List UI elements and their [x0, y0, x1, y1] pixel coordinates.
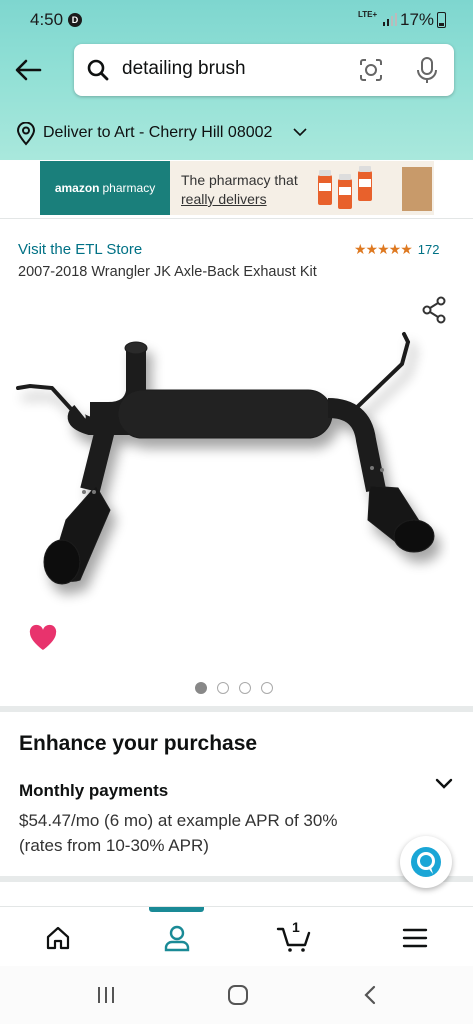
- product-image[interactable]: [10, 330, 450, 610]
- rating-stars-icon: ★★★★★: [354, 241, 413, 257]
- rating-summary[interactable]: ★★★★★ 172: [354, 241, 439, 258]
- nav-menu[interactable]: [395, 921, 435, 955]
- alexa-icon: [411, 847, 441, 877]
- home-system-icon[interactable]: [227, 984, 249, 1006]
- nav-account[interactable]: [157, 921, 197, 955]
- monthly-payment-amount: $54.47/mo (6 mo) at example APR of 30%: [19, 811, 338, 830]
- camera-lens-icon[interactable]: [358, 57, 384, 83]
- network-type: LTE+: [358, 10, 378, 19]
- product-title: 2007-2018 Wrangler JK Axle-Back Exhaust …: [18, 264, 317, 280]
- section-divider: [0, 876, 473, 882]
- user-icon: [164, 925, 190, 952]
- banner-headline: The pharmacy that: [181, 172, 298, 188]
- visit-store-link[interactable]: Visit the ETL Store: [18, 241, 142, 258]
- alexa-button[interactable]: [400, 836, 452, 888]
- pill-bottle-graphic: [338, 174, 352, 209]
- enhance-heading: Enhance your purchase: [19, 732, 258, 755]
- menu-icon: [402, 928, 428, 948]
- divider: [0, 218, 473, 219]
- monthly-payments-label[interactable]: Monthly payments: [19, 781, 168, 801]
- pill-bottle-graphic: [318, 170, 332, 205]
- pharmacy-brand: amazon: [54, 181, 100, 195]
- deliver-to-bar[interactable]: Deliver to Art - Cherry Hill 08002: [0, 112, 473, 156]
- search-box[interactable]: detailing brush: [74, 44, 454, 96]
- notification-badge: D: [68, 13, 82, 27]
- home-icon: [46, 926, 70, 950]
- heart-icon[interactable]: [28, 624, 58, 652]
- carousel-dot[interactable]: [217, 682, 229, 694]
- carousel-dot[interactable]: [239, 682, 251, 694]
- status-bar: 4:50 D LTE+ 17%: [0, 0, 473, 40]
- battery-icon: [437, 12, 446, 28]
- pharmacy-brand-suffix: pharmacy: [102, 181, 156, 195]
- carousel-dot[interactable]: [261, 682, 273, 694]
- recent-apps-icon[interactable]: [95, 984, 117, 1006]
- search-icon: [87, 59, 109, 81]
- system-nav-bar: [0, 966, 473, 1024]
- search-input[interactable]: detailing brush: [122, 58, 246, 80]
- microphone-icon[interactable]: [416, 56, 438, 84]
- cart-count: 1: [292, 919, 300, 935]
- nav-home[interactable]: [38, 921, 78, 955]
- monthly-payment-rates: (rates from 10-30% APR): [19, 836, 209, 855]
- back-system-icon[interactable]: [362, 984, 378, 1006]
- carousel-dot[interactable]: [195, 682, 207, 694]
- status-time: 4:50: [30, 10, 64, 29]
- location-pin-icon: [16, 122, 36, 146]
- pharmacy-logo: amazon pharmacy: [40, 161, 170, 215]
- back-arrow-icon: [15, 59, 42, 81]
- bottom-nav-bar: 1: [0, 906, 473, 966]
- image-carousel-dots[interactable]: [195, 682, 273, 694]
- section-divider: [0, 706, 473, 712]
- pill-bottle-graphic: [358, 166, 372, 201]
- battery-percent: 17%: [400, 10, 435, 29]
- active-tab-indicator: [149, 907, 204, 912]
- banner-copy-area: The pharmacy that really delivers: [170, 161, 434, 215]
- shipping-box-graphic: [402, 167, 432, 211]
- pharmacy-banner-ad[interactable]: amazon pharmacy The pharmacy that really…: [40, 161, 434, 215]
- nav-cart[interactable]: 1: [274, 919, 314, 955]
- signal-icon: [383, 13, 397, 26]
- delivery-address: Deliver to Art - Cherry Hill 08002: [43, 124, 273, 141]
- chevron-down-icon: [293, 128, 307, 137]
- banner-link: really delivers: [181, 191, 267, 207]
- back-button[interactable]: [12, 54, 44, 86]
- rating-count: 172: [417, 242, 440, 257]
- share-icon[interactable]: [421, 296, 447, 324]
- chevron-down-icon[interactable]: [434, 776, 454, 792]
